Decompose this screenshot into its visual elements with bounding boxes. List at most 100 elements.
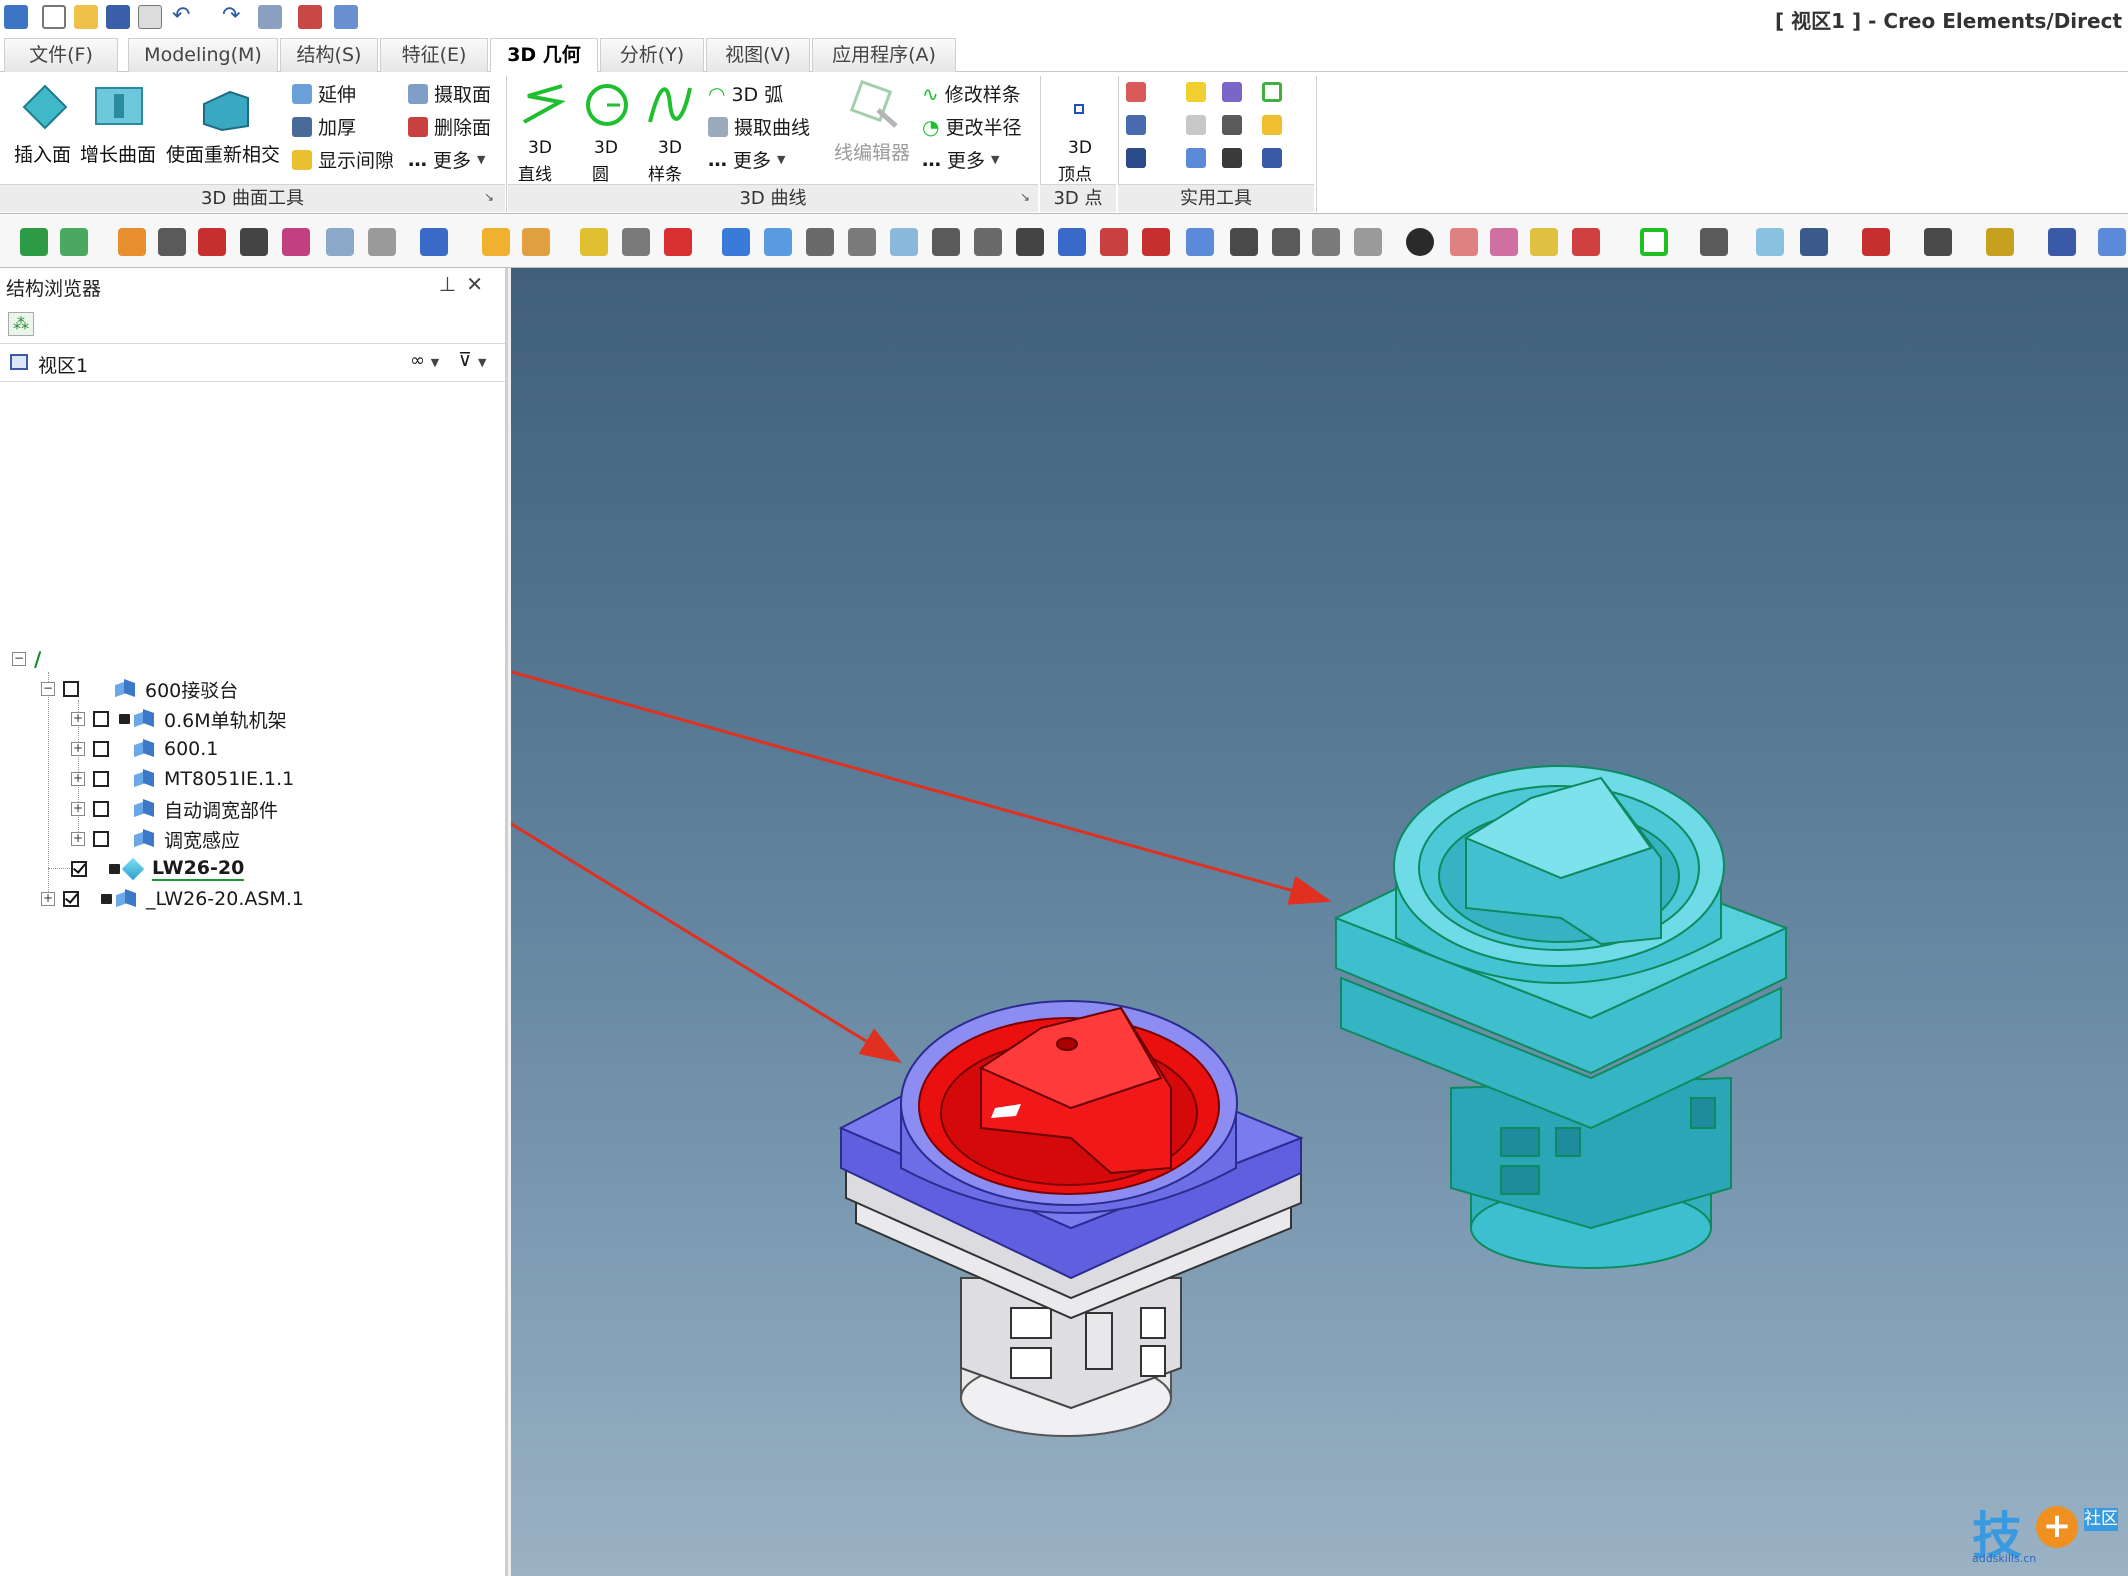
toolbar-tool-icon[interactable] xyxy=(974,228,1002,256)
save-icon[interactable] xyxy=(106,5,130,29)
redo-icon[interactable]: ↷ xyxy=(222,5,246,29)
toolbar-tool-icon[interactable] xyxy=(1640,228,1668,256)
tree-node-width-sensor[interactable]: + 调宽感应 xyxy=(71,825,240,853)
toolbar-tool-icon[interactable] xyxy=(622,228,650,256)
toolbar-tool-icon[interactable] xyxy=(848,228,876,256)
tab-file[interactable]: 文件(F) xyxy=(4,38,118,72)
surface-more-button[interactable]: … 更多 ▼ xyxy=(408,146,485,173)
3d-viewport[interactable]: 技 + 社区 addskills.cn xyxy=(511,268,2128,1576)
toolbar-tool-icon[interactable] xyxy=(240,228,268,256)
binoculars-icon[interactable]: ∞ ▼ xyxy=(410,350,439,371)
collapse-icon[interactable]: − xyxy=(12,652,26,666)
extract-curve-button[interactable]: 摄取曲线 xyxy=(708,113,810,140)
visibility-checkbox[interactable] xyxy=(93,741,109,757)
print-preview-icon[interactable] xyxy=(138,5,162,29)
pin-icon[interactable]: ⊥ xyxy=(439,272,466,296)
insert-face-button[interactable]: 插入面 xyxy=(12,82,76,172)
expand-icon[interactable]: + xyxy=(71,832,85,846)
toolbar-tool-icon[interactable] xyxy=(664,228,692,256)
toolbar-tool-icon[interactable] xyxy=(722,228,750,256)
curves-more-button[interactable]: … 更多 ▼ xyxy=(708,146,785,173)
tree-node-lw26-20[interactable]: LW26-20 xyxy=(71,855,245,883)
file-tool-icon[interactable] xyxy=(1262,115,1282,135)
toolbar-tool-icon[interactable] xyxy=(198,228,226,256)
visibility-checkbox[interactable] xyxy=(93,711,109,727)
frame-icon[interactable] xyxy=(1262,82,1282,102)
3d-spline-button[interactable]: 3D 样条 xyxy=(640,78,702,185)
refresh-tool-icon[interactable] xyxy=(1222,148,1242,168)
toolbar-tool-icon[interactable] xyxy=(1986,228,2014,256)
toolbar-tool-icon[interactable] xyxy=(1700,228,1728,256)
grow-surface-button[interactable]: 增长曲面 xyxy=(80,82,160,172)
expand-icon[interactable]: + xyxy=(71,712,85,726)
grid-tool-icon[interactable] xyxy=(1186,115,1206,135)
toolbar-tool-icon[interactable] xyxy=(1016,228,1044,256)
expand-icon[interactable]: + xyxy=(41,892,55,906)
toolbar-tool-icon[interactable] xyxy=(1924,228,1952,256)
toolbar-tool-icon[interactable] xyxy=(890,228,918,256)
visibility-checkbox[interactable] xyxy=(93,771,109,787)
visibility-checkbox[interactable] xyxy=(93,831,109,847)
change-radius-button[interactable]: ◔ 更改半径 xyxy=(922,113,1021,140)
expand-icon[interactable]: + xyxy=(71,802,85,816)
axis-tool-icon[interactable] xyxy=(1126,82,1146,102)
filter-icon[interactable]: ⊽ ▼ xyxy=(458,349,486,371)
new-file-icon[interactable] xyxy=(42,5,66,29)
toolbar-tool-icon[interactable] xyxy=(806,228,834,256)
toolbar-tool-icon[interactable] xyxy=(20,228,48,256)
tree-node-auto-width[interactable]: + 自动调宽部件 xyxy=(71,795,278,823)
toolbar-tool-icon[interactable] xyxy=(118,228,146,256)
tree-node-lw26-20-asm[interactable]: + _LW26-20.ASM.1 xyxy=(41,885,304,913)
visibility-checkbox[interactable] xyxy=(93,801,109,817)
tree-view-icon[interactable]: ⁂ xyxy=(8,312,34,336)
toolbar-tool-icon[interactable] xyxy=(60,228,88,256)
toolbar-tool-icon[interactable] xyxy=(1572,228,1600,256)
select-arrow-icon[interactable] xyxy=(1186,82,1206,102)
switch-model-highlighted[interactable] xyxy=(1333,765,1789,1269)
toolbar-tool-icon[interactable] xyxy=(522,228,550,256)
toolbar-tool-icon[interactable] xyxy=(932,228,960,256)
relation-icon[interactable] xyxy=(1222,82,1242,102)
reintersect-button[interactable]: 使面重新相交 xyxy=(166,82,288,172)
toolbar-tool-icon[interactable] xyxy=(1530,228,1558,256)
modify-spline-button[interactable]: ∿ 修改样条 xyxy=(922,80,1021,107)
toolbar-tool-icon[interactable] xyxy=(1058,228,1086,256)
visibility-checkbox[interactable] xyxy=(71,861,87,877)
delete-face-button[interactable]: 删除面 xyxy=(408,113,491,140)
tree-node-600-1[interactable]: + 600.1 xyxy=(71,735,218,763)
toolbar-tool-icon[interactable] xyxy=(1406,228,1434,256)
close-icon[interactable]: ✕ xyxy=(466,272,493,296)
toolbar-tool-icon[interactable] xyxy=(1862,228,1890,256)
triangle-tool-icon[interactable] xyxy=(1186,148,1206,168)
box-tool-icon[interactable] xyxy=(1126,148,1146,168)
print-icon[interactable] xyxy=(368,228,396,256)
undo-icon[interactable]: ↶ xyxy=(172,5,196,29)
toolbar-tool-icon[interactable] xyxy=(580,228,608,256)
toolbar-tool-icon[interactable] xyxy=(1230,228,1258,256)
collapse-icon[interactable]: − xyxy=(41,682,55,696)
3d-line-button[interactable]: 3D 直线 xyxy=(514,78,574,185)
copy-tool-icon[interactable] xyxy=(1222,115,1242,135)
toolbar-tool-icon[interactable] xyxy=(1800,228,1828,256)
expand-icon[interactable]: + xyxy=(71,772,85,786)
layers-icon[interactable] xyxy=(298,5,322,29)
group-launcher-icon[interactable]: ↘ xyxy=(484,190,494,204)
tree-node-600-dock[interactable]: − 600接驳台 xyxy=(41,675,238,703)
toolbar-tool-icon[interactable] xyxy=(158,228,186,256)
extend-button[interactable]: 延伸 xyxy=(292,80,356,107)
calculator-icon[interactable] xyxy=(1262,148,1282,168)
toolbar-tool-icon[interactable] xyxy=(764,228,792,256)
show-gap-button[interactable]: 显示间隙 xyxy=(292,146,394,173)
curves-more2-button[interactable]: … 更多 ▼ xyxy=(922,146,999,173)
toolbar-tool-icon[interactable] xyxy=(2048,228,2076,256)
expand-icon[interactable]: + xyxy=(71,742,85,756)
toolbar-tool-icon[interactable] xyxy=(2098,228,2126,256)
open-folder-icon[interactable] xyxy=(74,5,98,29)
tree-node-0-6m-rail-frame[interactable]: + 0.6M单轨机架 xyxy=(71,705,287,733)
3d-vertex-button[interactable]: 3D 顶点 xyxy=(1048,78,1112,185)
tree-root[interactable]: − ∕ xyxy=(12,645,41,673)
toolbar-tool-icon[interactable] xyxy=(1354,228,1382,256)
toolbar-tool-icon[interactable] xyxy=(1142,228,1170,256)
app-logo-icon[interactable] xyxy=(4,5,28,29)
measure-icon[interactable] xyxy=(334,5,358,29)
